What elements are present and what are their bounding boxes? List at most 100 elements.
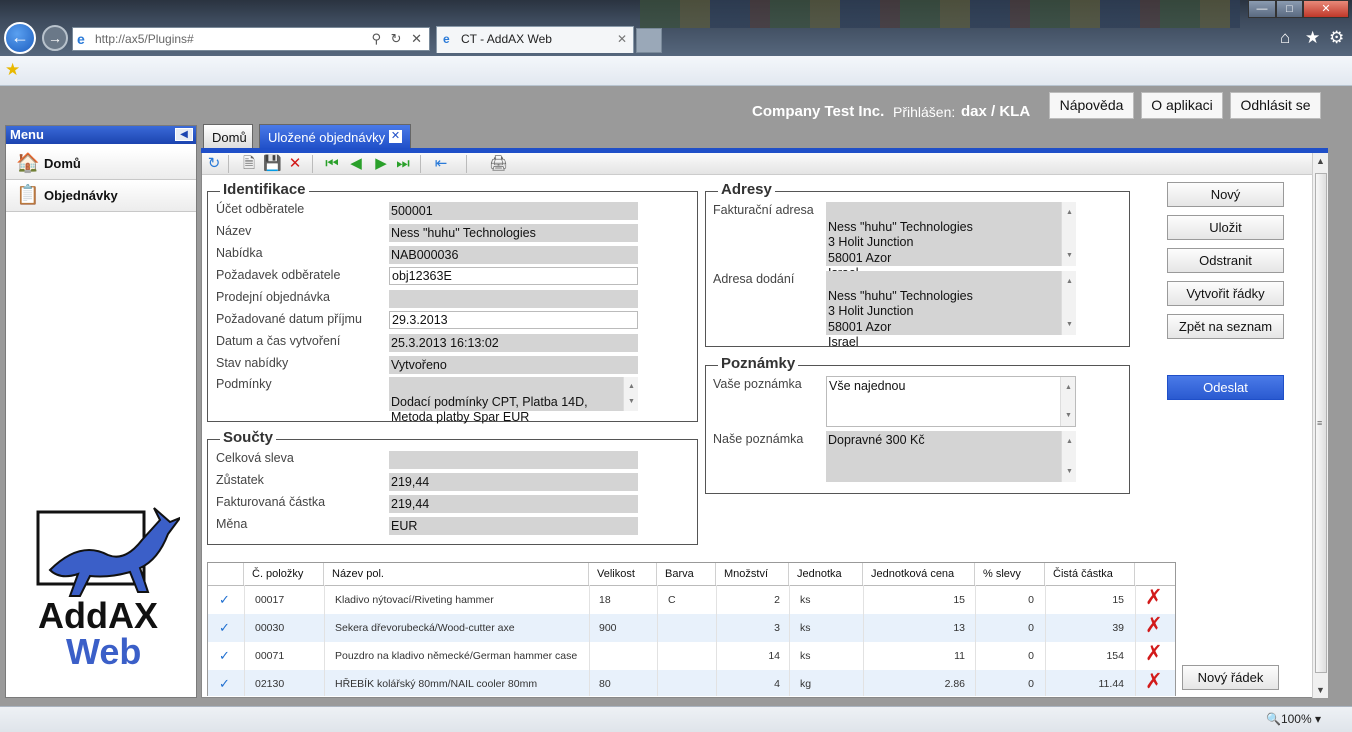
row-check-icon[interactable]: ✓ [219, 676, 230, 692]
textarea-scrollbar[interactable]: ▲ ▼ [1061, 431, 1076, 482]
your-note-text: Vše najednou [829, 379, 906, 393]
invoiced-amount-field: 219,44 [389, 495, 638, 513]
print-icon[interactable]: 🖨 [489, 155, 508, 173]
scroll-down-icon[interactable]: ▼ [1316, 685, 1325, 695]
column-header-name[interactable]: Název pol. [324, 563, 589, 585]
tab-saved-orders[interactable]: Uložené objednávky ✕ [259, 124, 411, 149]
invoice-address-textarea: Ness "huhu" Technologies 3 Holit Junctio… [826, 202, 1076, 280]
first-record-icon[interactable]: ⏮ [323, 155, 341, 173]
window-close-button[interactable]: ✕ [1303, 0, 1349, 18]
about-button[interactable]: O aplikaci [1141, 92, 1223, 119]
toolbar-separator [420, 155, 421, 173]
new-line-button[interactable]: Nový řádek [1182, 665, 1279, 690]
cell-unit: ks [800, 594, 811, 606]
collapse-menu-icon[interactable]: ◀ [175, 128, 193, 141]
cell-quantity: 4 [774, 678, 780, 690]
address-bar[interactable]: e http://ax5/Plugins# ⚲ ↻ ✕ [72, 27, 430, 51]
refresh-icon[interactable]: ↻ [205, 155, 223, 173]
column-header-item[interactable]: Č. položky [244, 563, 324, 585]
browser-status-bar [0, 706, 1352, 732]
field-label: Adresa dodání [713, 272, 795, 286]
next-record-icon[interactable]: ▶ [372, 155, 390, 173]
delete-icon[interactable]: ✕ [286, 155, 304, 173]
row-check-icon[interactable]: ✓ [219, 592, 230, 608]
zoom-level[interactable]: 🔍100% ▾ [1266, 712, 1321, 726]
total-discount-field [389, 451, 638, 469]
new-document-icon[interactable]: 🗎 [240, 155, 258, 173]
delete-row-icon[interactable]: ✗ [1145, 614, 1163, 638]
sidebar-item-label: Domů [44, 156, 81, 171]
column-header-unit-price[interactable]: Jednotková cena [863, 563, 975, 585]
add-favorite-icon[interactable]: ★ [5, 60, 20, 80]
field-label: Účet odběratele [216, 202, 305, 216]
field-label: Fakturovaná částka [216, 495, 326, 509]
url-text: http://ax5/Plugins# [95, 32, 194, 46]
favorites-bar: ★ [0, 56, 1352, 86]
zoom-icon: 🔍 [1266, 712, 1281, 726]
our-note-textarea: Dopravné 300 Kč ▲ ▼ [826, 431, 1076, 482]
column-header-size[interactable]: Velikost [589, 563, 657, 585]
section-title: Součty [220, 429, 277, 447]
field-label: Zůstatek [216, 473, 264, 487]
send-button[interactable]: Odeslat [1167, 375, 1284, 400]
maximize-button[interactable]: □ [1276, 0, 1303, 18]
textarea-scrollbar[interactable]: ▲ ▼ [1061, 271, 1076, 335]
column-header-quantity[interactable]: Množství [716, 563, 789, 585]
import-icon[interactable]: ⇤ [432, 155, 450, 173]
requested-receipt-date-input[interactable]: 29.3.2013 [389, 311, 638, 329]
textarea-scrollbar[interactable]: ▲ ▼ [1061, 202, 1076, 266]
sidebar-item-orders[interactable]: 📋 Objednávky [6, 181, 196, 212]
toolbar-separator [228, 155, 229, 173]
delete-button[interactable]: Odstranit [1167, 248, 1284, 273]
logo-text-addax: AddAX [38, 595, 158, 636]
gear-icon[interactable]: ⚙ [1329, 28, 1344, 48]
last-record-icon[interactable]: ⏭ [394, 155, 412, 173]
delete-row-icon[interactable]: ✗ [1145, 642, 1163, 666]
delete-row-icon[interactable]: ✗ [1145, 670, 1163, 694]
cell-unit: ks [800, 622, 811, 634]
tab-label: Uložené objednávky [268, 130, 386, 145]
scroll-up-icon[interactable]: ▲ [1316, 156, 1325, 166]
our-note-text: Dopravné 300 Kč [828, 433, 925, 447]
close-tab-icon[interactable]: ✕ [389, 130, 402, 143]
sidebar-item-home[interactable]: 🏠 Domů [6, 149, 196, 180]
cell-unit-price: 11 [954, 650, 965, 662]
back-button[interactable]: ← [4, 22, 36, 54]
favorites-star-icon[interactable]: ★ [1305, 28, 1320, 48]
back-to-list-button[interactable]: Zpět na seznam [1167, 314, 1284, 339]
page-scrollbar[interactable]: ▲ ≡ ▼ [1312, 153, 1328, 698]
forward-button[interactable]: → [42, 25, 68, 51]
save-button[interactable]: Uložit [1167, 215, 1284, 240]
minimize-button[interactable]: — [1248, 0, 1276, 18]
column-divider [324, 585, 325, 696]
column-header-discount[interactable]: % slevy [975, 563, 1045, 585]
browser-tab[interactable]: e CT - AddAX Web ✕ [436, 26, 634, 53]
textarea-scrollbar[interactable]: ▲ ▼ [1060, 377, 1075, 426]
cell-size: 80 [599, 678, 611, 690]
zoom-value: 100% [1280, 712, 1312, 726]
new-tab-button[interactable] [636, 28, 662, 53]
save-icon[interactable]: 💾 [263, 155, 282, 173]
column-header-unit[interactable]: Jednotka [789, 563, 863, 585]
delivery-address-textarea: Ness "huhu" Technologies 3 Holit Junctio… [826, 271, 1076, 349]
logout-button[interactable]: Odhlásit se [1230, 92, 1321, 119]
row-check-icon[interactable]: ✓ [219, 620, 230, 636]
previous-record-icon[interactable]: ◀ [347, 155, 365, 173]
address-actions-icon[interactable]: ⚲ ↻ ✕ [371, 28, 425, 50]
create-lines-button[interactable]: Vytvořit řádky [1167, 281, 1284, 306]
terms-textarea: Dodací podmínky CPT, Platba 14D, Metoda … [389, 377, 638, 424]
your-note-textarea[interactable]: Vše najednou ▲ ▼ [826, 376, 1076, 427]
new-button[interactable]: Nový [1167, 182, 1284, 207]
close-tab-icon[interactable]: ✕ [617, 27, 627, 52]
field-label: Nabídka [216, 246, 263, 260]
textarea-scrollbar[interactable]: ▲ ▼ [623, 377, 638, 411]
field-label: Vaše poznámka [713, 377, 802, 391]
tab-home[interactable]: Domů [203, 124, 253, 149]
customer-requisition-input[interactable]: obj12363E [389, 267, 638, 285]
home-icon[interactable]: ⌂ [1280, 28, 1290, 48]
column-header-color[interactable]: Barva [657, 563, 716, 585]
delete-row-icon[interactable]: ✗ [1145, 586, 1163, 610]
column-header-net-amount[interactable]: Čistá částka [1045, 563, 1135, 585]
help-button[interactable]: Nápověda [1049, 92, 1134, 119]
row-check-icon[interactable]: ✓ [219, 648, 230, 664]
